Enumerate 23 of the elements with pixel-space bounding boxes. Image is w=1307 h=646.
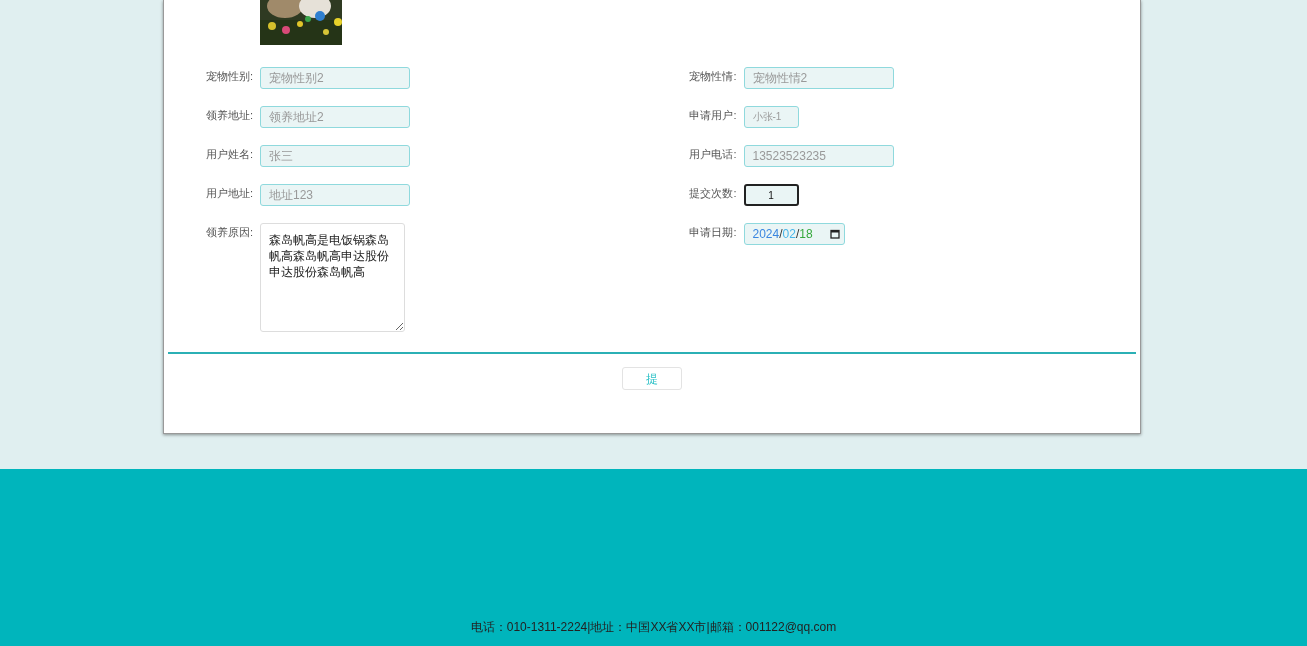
field-label: 提交次数:: [688, 186, 737, 200]
field-label: 用户地址:: [204, 186, 253, 200]
field-label: 申请日期:: [688, 225, 737, 239]
input-field[interactable]: 地址123: [260, 184, 410, 206]
input-field[interactable]: 小张-1: [743, 106, 799, 128]
submit-button[interactable]: 提: [622, 367, 682, 390]
input-field[interactable]: 13523523235: [743, 145, 894, 167]
field-label: 领养原因:: [204, 225, 253, 239]
calendar-icon[interactable]: [829, 229, 840, 239]
textarea-field[interactable]: 森岛帆高是电饭锅森岛帆高森岛帆高申达股份申达股份森岛帆高: [260, 223, 405, 332]
input-field[interactable]: 张三: [260, 145, 410, 167]
number-field[interactable]: 1: [743, 184, 799, 206]
input-field[interactable]: 宠物性情2: [743, 67, 894, 89]
field-label: 宠物性情:: [688, 69, 737, 83]
field-label: 用户电话:: [688, 147, 737, 161]
field-label: 申请用户:: [688, 108, 737, 122]
date-field[interactable]: 2024/02/18: [743, 223, 845, 245]
field-label: 领养地址:: [204, 108, 253, 122]
input-field[interactable]: 宠物性别2: [260, 67, 410, 89]
input-field[interactable]: 领养地址2: [260, 106, 410, 128]
footer-contact-text: 电话：010-1311-2224|地址：中国XX省XX市|邮箱：001122@qq.com: [470, 619, 837, 636]
field-label: 宠物性别:: [204, 69, 253, 83]
field-label: 用户姓名:: [204, 147, 253, 161]
